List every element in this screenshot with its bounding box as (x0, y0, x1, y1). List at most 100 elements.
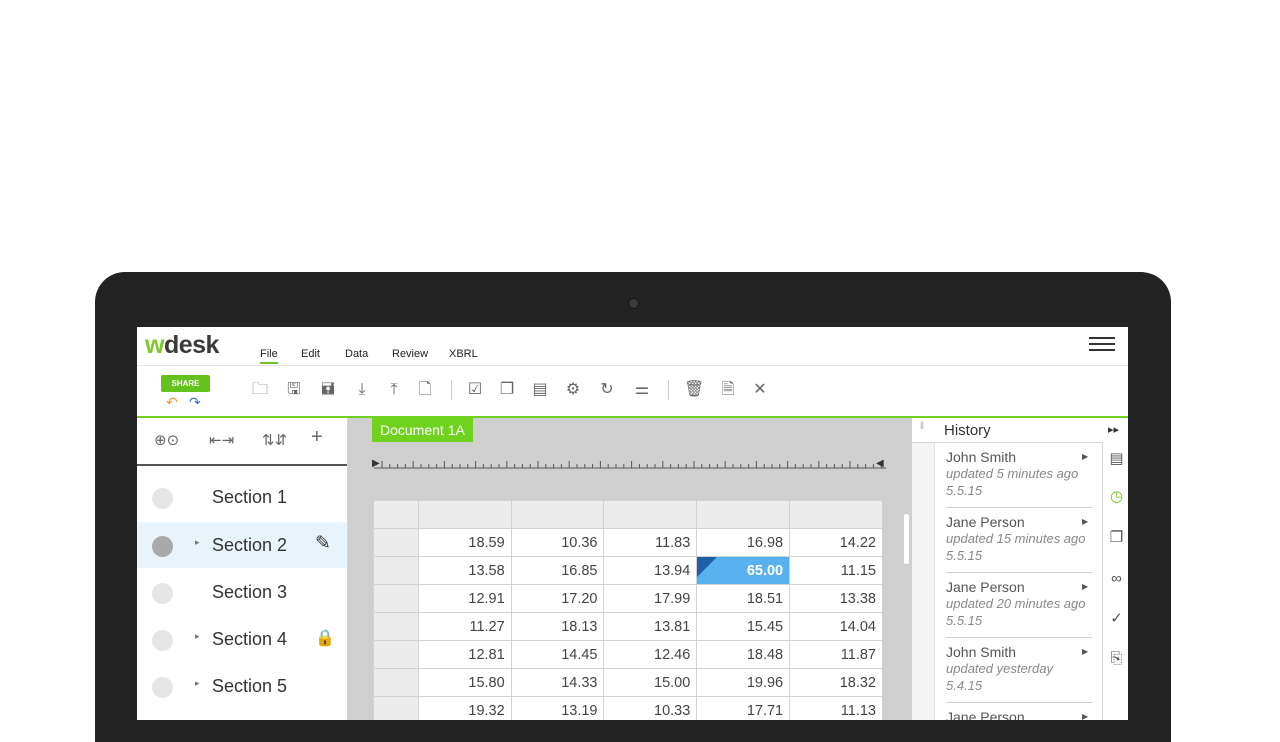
table-cell[interactable]: 16.85 (510, 556, 605, 585)
share-button[interactable]: SHARE (161, 375, 210, 392)
table-cell[interactable]: 11.13 (789, 696, 883, 720)
undo-icon[interactable]: ↶ (166, 395, 178, 409)
import-icon[interactable]: ⤓ (352, 380, 372, 400)
export-icon[interactable]: ⤒ (384, 380, 404, 400)
column-header[interactable] (789, 500, 883, 529)
table-cell[interactable]: 11.87 (789, 640, 883, 669)
table-cell[interactable]: 11.83 (603, 528, 698, 557)
section-row[interactable]: ▸ Section 2 ✎ (137, 522, 347, 568)
table-cell[interactable]: 17.99 (603, 584, 698, 613)
table-cell[interactable]: 12.91 (417, 584, 512, 613)
add-section-icon[interactable]: ⊕⊙ (154, 431, 179, 449)
trash-icon[interactable]: 🗑 (684, 380, 704, 400)
history-entry[interactable]: Jane Person ▶ updated 20 minutes ago 5.5… (946, 573, 1092, 638)
folder-open-icon[interactable]: 🗀 (250, 380, 270, 400)
redo-icon[interactable]: ↷ (189, 395, 201, 409)
table-cell[interactable]: 13.38 (789, 584, 883, 613)
table-cell[interactable]: 18.13 (510, 612, 605, 641)
row-header[interactable] (373, 668, 419, 697)
row-header[interactable] (373, 696, 419, 720)
section-row[interactable]: ▸ Section 4 🔒 (137, 616, 347, 662)
table-cell[interactable]: 18.51 (696, 584, 791, 613)
save-as-icon[interactable]: 🖬 (318, 380, 338, 400)
history-icon[interactable]: ◷ (1103, 480, 1128, 514)
table-cell[interactable]: 14.22 (789, 528, 883, 557)
menu-edit[interactable]: Edit (301, 348, 320, 360)
table-cell[interactable]: 15.00 (603, 668, 698, 697)
chevron-right-icon[interactable]: ▸ (195, 678, 200, 689)
row-header[interactable] (373, 640, 419, 669)
move-horizontal-icon[interactable]: ⇤⇥ (209, 431, 234, 449)
new-doc-icon[interactable]: 🗋 (415, 380, 435, 400)
save-icon[interactable]: 🖫 (284, 380, 304, 400)
table-cell[interactable]: 17.20 (510, 584, 605, 613)
column-header[interactable] (417, 500, 512, 529)
chevron-right-icon[interactable]: ▶ (1082, 517, 1088, 526)
corner-cell[interactable] (373, 500, 419, 529)
chevron-right-icon[interactable]: ▸ (195, 537, 200, 548)
table-cell[interactable]: 18.32 (789, 668, 883, 697)
table-cell[interactable]: 16.98 (696, 528, 791, 557)
table-cell[interactable]: 19.32 (417, 696, 512, 720)
table-cell[interactable]: 12.46 (603, 640, 698, 669)
table-cell[interactable]: 13.19 (510, 696, 605, 720)
documents-icon[interactable]: ❐ (1103, 521, 1128, 555)
ruler-right-indent-marker[interactable]: ◀ (876, 458, 884, 469)
adjust-icon[interactable]: ⚌ (632, 380, 652, 400)
doc-lock-icon[interactable]: 🗎 (718, 380, 738, 400)
table-cell[interactable]: 12.81 (417, 640, 512, 669)
menu-file[interactable]: File (260, 348, 278, 364)
table-cell[interactable]: 13.81 (603, 612, 698, 641)
attachment-icon[interactable]: ⎘ (1103, 642, 1128, 676)
copy-icon[interactable]: ❐ (497, 380, 517, 400)
doc-refresh-icon[interactable]: ↻ (597, 380, 617, 400)
history-entry[interactable]: John Smith ▶ updated yesterday 5.4.15 (946, 638, 1092, 703)
row-header[interactable] (373, 584, 419, 613)
table-cell[interactable]: 13.94 (603, 556, 698, 585)
table-cell[interactable]: 18.59 (417, 528, 512, 557)
table-cell[interactable]: 15.45 (696, 612, 791, 641)
collapse-panel-icon[interactable]: ▸▸ (1108, 423, 1119, 436)
row-header[interactable] (373, 612, 419, 641)
chevron-right-icon[interactable]: ▸ (195, 631, 200, 642)
table-cell[interactable]: 11.27 (417, 612, 512, 641)
section-row[interactable]: ▸ Section 5 (137, 663, 347, 709)
check-circle-icon[interactable]: ✓ (1103, 602, 1128, 636)
column-header[interactable] (603, 500, 698, 529)
chevron-right-icon[interactable]: ▶ (1082, 582, 1088, 591)
table-cell[interactable]: 10.33 (603, 696, 698, 720)
document-tab[interactable]: Document 1A (372, 418, 473, 442)
doc-settings-icon[interactable]: ⚙ (563, 380, 583, 400)
paste-icon[interactable]: ▤ (530, 380, 550, 400)
hamburger-menu-icon[interactable] (1089, 337, 1115, 353)
chevron-right-icon[interactable]: ▶ (1082, 712, 1088, 720)
link-icon[interactable]: ∞ (1103, 562, 1128, 596)
menu-review[interactable]: Review (392, 348, 428, 360)
table-cell[interactable]: 18.48 (696, 640, 791, 669)
chevron-right-icon[interactable]: ▶ (1082, 647, 1088, 656)
move-vertical-icon[interactable]: ⇅⇵ (262, 431, 287, 449)
chevron-right-icon[interactable]: ▶ (1082, 452, 1088, 461)
ruler-left-indent-marker[interactable]: ▶ (372, 458, 380, 469)
inbox-icon[interactable]: ▤ (1103, 442, 1128, 476)
row-header[interactable] (373, 556, 419, 585)
column-header[interactable] (510, 500, 605, 529)
vertical-scrollbar[interactable] (904, 514, 909, 564)
selected-cell[interactable]: 65.00 (696, 556, 791, 585)
history-entry[interactable]: Jane Person ▶ (946, 703, 1092, 720)
table-cell[interactable]: 19.96 (696, 668, 791, 697)
add-icon[interactable]: + (311, 426, 323, 449)
column-header[interactable] (696, 500, 791, 529)
section-row[interactable]: Section 3 (137, 569, 347, 615)
table-cell[interactable]: 15.80 (417, 668, 512, 697)
table-cell[interactable]: 13.58 (417, 556, 512, 585)
close-icon[interactable]: ✕ (750, 380, 770, 400)
row-header[interactable] (373, 528, 419, 557)
menu-data[interactable]: Data (345, 348, 368, 360)
table-cell[interactable]: 10.36 (510, 528, 605, 557)
table-cell[interactable]: 14.45 (510, 640, 605, 669)
history-entry[interactable]: Jane Person ▶ updated 15 minutes ago 5.5… (946, 508, 1092, 573)
menu-xbrl[interactable]: XBRL (449, 348, 478, 360)
check-icon[interactable]: ☑ (465, 380, 485, 400)
table-cell[interactable]: 17.71 (696, 696, 791, 720)
